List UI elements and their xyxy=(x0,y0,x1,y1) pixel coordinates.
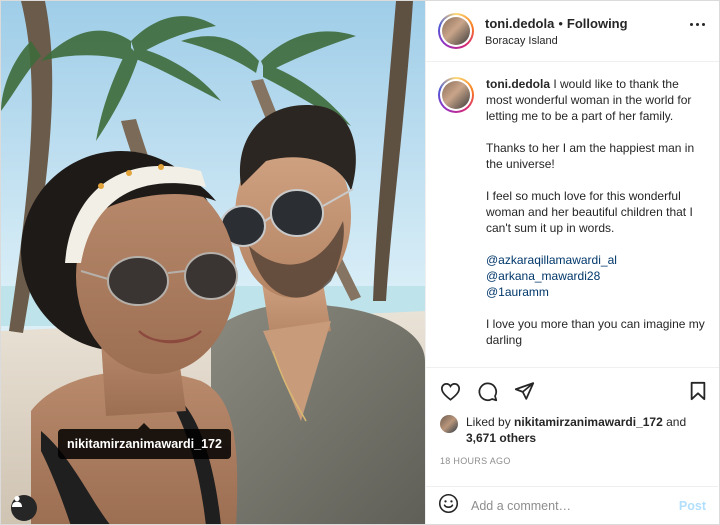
user-tag[interactable]: nikitamirzanimawardi_172 xyxy=(58,423,231,459)
heart-icon[interactable] xyxy=(440,382,461,401)
header-text: toni.dedola • Following Boracay Island xyxy=(485,16,628,47)
caption-text: toni.dedola I would like to thank the mo… xyxy=(486,76,707,367)
likes-text: Liked by nikitamirzanimawardi_172 and 3,… xyxy=(466,414,686,446)
location-link[interactable]: Boracay Island xyxy=(485,35,628,47)
bookmark-icon[interactable] xyxy=(689,381,707,406)
likes-summary: Liked by nikitamirzanimawardi_172 and 3,… xyxy=(426,414,719,446)
caption-avatar[interactable] xyxy=(438,77,474,113)
instagram-post-window: nikitamirzanimawardi_172 toni.dedola • Fol… xyxy=(0,0,720,525)
liked-by-prefix: Liked by xyxy=(466,415,511,429)
caption-paragraph-1: toni.dedola I would like to thank the mo… xyxy=(486,76,707,124)
caption-paragraph-3: I feel so much love for this wonderful w… xyxy=(486,189,693,235)
header-username[interactable]: toni.dedola xyxy=(485,16,554,31)
comment-icon[interactable] xyxy=(477,381,498,402)
post-timestamp[interactable]: 18 HOURS AGO xyxy=(426,446,719,466)
caption-paragraph-4: I love you more than you can imagine my … xyxy=(486,317,705,347)
post-header: toni.dedola • Following Boracay Island xyxy=(426,1,719,62)
likes-others[interactable]: 3,671 others xyxy=(466,431,536,445)
action-bar xyxy=(426,368,719,414)
person-tag-icon[interactable] xyxy=(11,495,37,521)
caption-avatar-image xyxy=(442,81,470,109)
comment-input[interactable]: Add a comment… xyxy=(471,499,679,513)
post-sidebar: toni.dedola • Following Boracay Island ton… xyxy=(425,1,719,524)
likes-and: and xyxy=(666,415,687,429)
post-photo[interactable]: nikitamirzanimawardi_172 xyxy=(1,1,425,524)
header-top-line: toni.dedola • Following xyxy=(485,16,628,31)
follow-status[interactable]: Following xyxy=(567,16,628,31)
caption-avatar-border xyxy=(440,79,472,111)
liker-username[interactable]: nikitamirzanimawardi_172 xyxy=(514,415,663,429)
person-silhouette-icon xyxy=(12,496,22,507)
caption-paragraph-2: Thanks to her I am the happiest man in t… xyxy=(486,141,695,171)
caption-area: toni.dedola I would like to thank the mo… xyxy=(426,62,719,368)
emoji-icon[interactable] xyxy=(438,493,459,519)
share-icon[interactable] xyxy=(514,381,535,401)
liker-avatar[interactable] xyxy=(440,415,458,433)
mention-link[interactable]: @azkaraqillamawardi_al xyxy=(486,252,707,268)
avatar-border xyxy=(440,15,472,47)
caption-username[interactable]: toni.dedola xyxy=(486,77,550,91)
comment-box: Add a comment… Post xyxy=(426,486,718,524)
avatar[interactable] xyxy=(438,13,474,49)
mention-link[interactable]: @1auramm xyxy=(486,284,707,300)
header-separator: • xyxy=(558,15,563,31)
post-button[interactable]: Post xyxy=(679,499,706,513)
caption-mentions: @azkaraqillamawardi_al @arkana_mawardi28… xyxy=(486,252,707,300)
more-options-icon[interactable] xyxy=(690,23,705,26)
mention-link[interactable]: @arkana_mawardi28 xyxy=(486,268,707,284)
user-tag-label: nikitamirzanimawardi_172 xyxy=(67,437,222,451)
avatar-image xyxy=(442,17,470,45)
